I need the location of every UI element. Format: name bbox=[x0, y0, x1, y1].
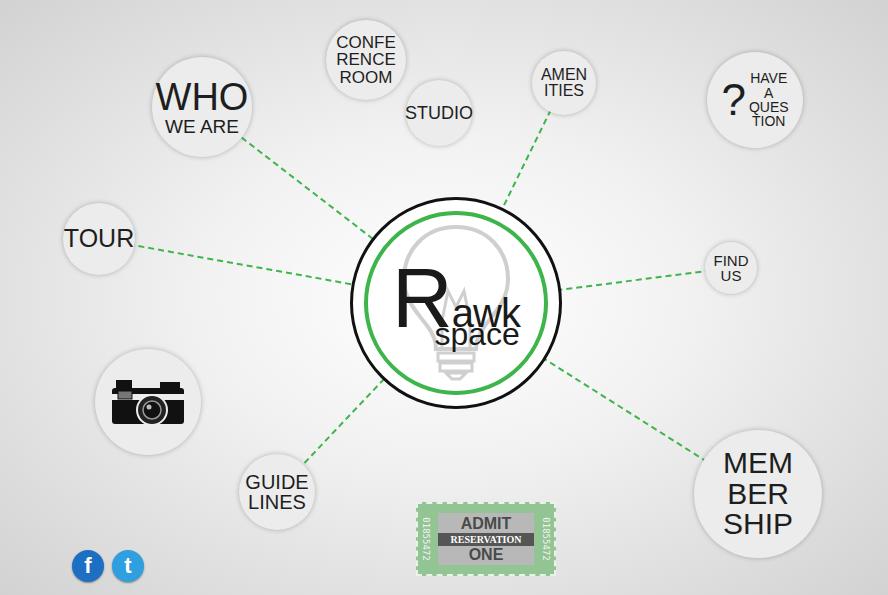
logo-sub: space bbox=[435, 318, 520, 350]
bubble-label: CONFE bbox=[336, 34, 396, 51]
bubble-label: TION bbox=[752, 114, 785, 128]
nav-bubble[interactable]: GUIDELINES bbox=[239, 454, 315, 530]
ticket-top: ADMIT bbox=[461, 515, 512, 533]
bubble-label: WE ARE bbox=[165, 117, 239, 136]
nav-bubble[interactable] bbox=[95, 349, 201, 455]
logo-ring: Rawkspace bbox=[364, 211, 548, 395]
ticket-serial: 01855472 bbox=[421, 533, 431, 545]
bubble-label: AMEN bbox=[541, 67, 587, 83]
bubble-label: FIND bbox=[714, 253, 749, 268]
nav-bubble[interactable]: TOUR bbox=[63, 203, 135, 275]
bubble-label: TOUR bbox=[64, 226, 134, 252]
nav-bubble[interactable]: FINDUS bbox=[705, 242, 757, 294]
bubble-label: BER bbox=[727, 479, 789, 510]
ticket-bottom: ONE bbox=[469, 546, 504, 564]
question-lines: HAVEAQUESTION bbox=[749, 71, 789, 128]
nav-bubble[interactable]: MEMBERSHIP bbox=[694, 430, 822, 558]
bubble-label: MEM bbox=[723, 448, 793, 479]
logo[interactable]: Rawkspace bbox=[350, 197, 562, 409]
bubble-label: RENCE bbox=[336, 51, 396, 68]
bubble-label: A bbox=[764, 86, 773, 100]
ticket-serial: 01855472 bbox=[541, 533, 551, 545]
ticket-band: RESERVATION bbox=[438, 533, 534, 546]
bubble-label: ITIES bbox=[544, 83, 584, 99]
ticket-body: ADMITRESERVATIONONE bbox=[438, 513, 534, 565]
question-mark-icon: ? bbox=[721, 78, 745, 122]
bubble-label: SHIP bbox=[723, 509, 793, 540]
reservation-ticket[interactable]: 01855472 ADMITRESERVATIONONE 01855472 bbox=[416, 502, 556, 576]
bubble-label: HAVE bbox=[750, 71, 787, 85]
nav-bubble[interactable]: WHOWE ARE bbox=[152, 57, 252, 157]
logo-text: Rawkspace bbox=[392, 256, 520, 350]
bubble-label: ROOM bbox=[340, 69, 393, 86]
bubble-label: US bbox=[721, 268, 742, 283]
nav-bubble[interactable]: CONFERENCEROOM bbox=[326, 20, 406, 100]
camera-icon bbox=[108, 374, 188, 430]
bubble-label: QUES bbox=[749, 100, 789, 114]
bubble-label: GUIDE bbox=[245, 472, 308, 492]
nav-bubble[interactable]: STUDIO bbox=[406, 80, 472, 146]
bubble-label: WHO bbox=[156, 78, 249, 117]
question-group: ?HAVEAQUESTION bbox=[721, 71, 788, 128]
nav-bubble[interactable]: AMENITIES bbox=[532, 51, 596, 115]
bubble-label: STUDIO bbox=[405, 104, 473, 122]
social-links: ft bbox=[72, 550, 144, 582]
bubble-label: LINES bbox=[248, 492, 306, 512]
social-icon[interactable]: t bbox=[112, 550, 144, 582]
page: RawkspaceWHOWE ARECONFERENCEROOMSTUDIOAM… bbox=[0, 0, 888, 595]
nav-bubble[interactable]: ?HAVEAQUESTION bbox=[707, 52, 803, 148]
social-icon[interactable]: f bbox=[72, 550, 104, 582]
